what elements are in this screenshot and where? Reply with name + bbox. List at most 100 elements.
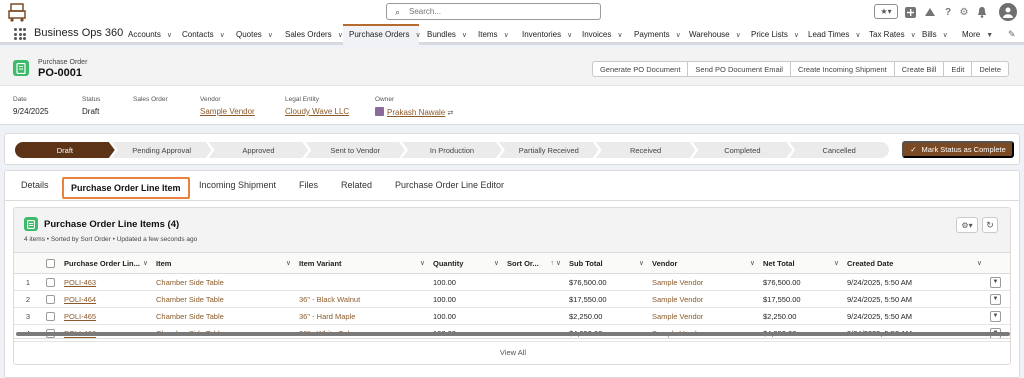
chevron-down-icon[interactable]: ∨ — [220, 32, 225, 39]
caret-down-icon[interactable]: ▼ — [986, 32, 993, 39]
vendor-cell[interactable]: Sample Vendor — [648, 273, 759, 291]
chevron-down-icon[interactable]: ∨ — [977, 259, 982, 267]
item-cell[interactable]: Chamber Side Table — [152, 307, 295, 325]
owner-link[interactable]: Prakash Nawale — [387, 108, 445, 117]
edit-button[interactable]: Edit — [943, 61, 973, 77]
nav-item-price-lists[interactable]: Price Lists ∨ — [751, 24, 799, 45]
path-stage-received[interactable]: Received — [596, 142, 696, 158]
chevron-down-icon[interactable]: ▼ — [990, 277, 1001, 288]
path-stage-approved[interactable]: Approved — [209, 142, 309, 158]
col-header-net-total[interactable]: Net Total ∨ — [759, 252, 843, 274]
select-all-checkbox[interactable] — [42, 252, 60, 274]
add-icon[interactable] — [904, 5, 916, 19]
row-action-menu[interactable]: ▼ — [986, 290, 1010, 308]
create-incoming-shipment-button[interactable]: Create Incoming Shipment — [789, 61, 895, 77]
chevron-down-icon[interactable]: ∨ — [494, 259, 499, 267]
nav-item-contacts[interactable]: Contacts ∨ — [182, 24, 225, 45]
app-launcher-icon[interactable] — [14, 28, 26, 40]
tab-details[interactable]: Details — [21, 180, 49, 200]
col-header-created-date[interactable]: Created Date ∨ — [843, 252, 986, 274]
row-action-menu[interactable]: ▼ — [986, 307, 1010, 325]
edit-nav-pencil-icon[interactable]: ✎ — [1008, 29, 1016, 40]
nav-item-items[interactable]: Items ∨ — [478, 24, 509, 45]
col-header-po-line[interactable]: Purchase Order Lin... ∨ — [60, 252, 152, 274]
tab-purchase-order-line-item[interactable]: Purchase Order Line Item — [62, 177, 190, 199]
row-checkbox[interactable] — [42, 290, 60, 308]
nav-item-accounts[interactable]: Accounts ∨ — [128, 24, 172, 45]
item-variant-cell[interactable] — [295, 273, 429, 291]
col-header-vendor[interactable]: Vendor ∨ — [648, 252, 759, 274]
chevron-down-icon[interactable]: ▼ — [990, 311, 1001, 322]
path-stage-sent-to-vendor[interactable]: Sent to Vendor — [305, 142, 405, 158]
chevron-down-icon[interactable]: ∨ — [167, 32, 172, 39]
row-checkbox[interactable] — [42, 307, 60, 325]
chevron-down-icon[interactable]: ∨ — [462, 32, 467, 39]
chevron-down-icon[interactable]: ∨ — [750, 259, 755, 267]
nav-item-payments[interactable]: Payments ∨ — [634, 24, 681, 45]
nav-item-lead-times[interactable]: Lead Times ∨ — [808, 24, 860, 45]
refresh-icon[interactable]: ↻ — [982, 217, 998, 233]
chevron-down-icon[interactable]: ∨ — [676, 32, 681, 39]
item-variant-cell[interactable]: 36" - Black Walnut — [295, 290, 429, 308]
path-stage-draft[interactable]: Draft — [15, 142, 115, 158]
tab-files[interactable]: Files — [299, 180, 318, 200]
view-all-link[interactable]: View All — [14, 338, 1010, 364]
chevron-down-icon[interactable]: ∨ — [286, 259, 291, 267]
item-cell[interactable]: Chamber Side Table — [152, 273, 295, 291]
chevron-down-icon[interactable]: ∨ — [143, 259, 148, 267]
tab-incoming-shipment[interactable]: Incoming Shipment — [199, 180, 276, 200]
related-list-title[interactable]: Purchase Order Line Items (4) — [44, 219, 179, 230]
po-line-link[interactable]: POLI-465 — [64, 312, 96, 321]
col-header-sub-total[interactable]: Sub Total ∨ — [565, 252, 648, 274]
path-stage-partially-received[interactable]: Partially Received — [499, 142, 599, 158]
generate-po-document-button[interactable]: Generate PO Document — [591, 61, 689, 77]
help-icon[interactable]: ? — [942, 5, 954, 19]
favorites-button[interactable]: ★▾ — [874, 4, 898, 19]
legal-entity-link[interactable]: Cloudy Wave LLC — [285, 107, 349, 116]
chevron-down-icon[interactable]: ∨ — [420, 259, 425, 267]
chevron-down-icon[interactable]: ∨ — [415, 32, 420, 39]
chevron-down-icon[interactable]: ∨ — [794, 32, 799, 39]
chevron-down-icon[interactable]: ∨ — [617, 32, 622, 39]
search-input[interactable] — [409, 6, 594, 17]
change-owner-icon[interactable]: ⇄ — [447, 110, 453, 117]
nav-item-bills[interactable]: Bills ∨ — [922, 24, 948, 45]
item-variant-cell[interactable]: 36" - Hard Maple — [295, 307, 429, 325]
vendor-cell[interactable]: Sample Vendor — [648, 290, 759, 308]
nav-item-tax-rates[interactable]: Tax Rates ∨ — [869, 24, 916, 45]
chevron-down-icon[interactable]: ∨ — [736, 32, 741, 39]
tab-purchase-order-line-editor[interactable]: Purchase Order Line Editor — [395, 180, 504, 200]
trailhead-icon[interactable] — [924, 5, 936, 19]
mark-status-complete-button[interactable]: ✓ Mark Status as Complete — [902, 141, 1014, 158]
chevron-down-icon[interactable]: ∨ — [911, 32, 916, 39]
nav-item-inventories[interactable]: Inventories ∨ — [522, 24, 572, 45]
global-search[interactable]: ⌕ — [386, 3, 601, 20]
col-header-sort-order[interactable]: Sort Or... ↑ ∨ — [503, 252, 565, 274]
chevron-down-icon[interactable]: ▼ — [990, 294, 1001, 305]
chevron-down-icon[interactable]: ∨ — [268, 32, 273, 39]
row-action-menu[interactable]: ▼ — [986, 273, 1010, 291]
nav-item-quotes[interactable]: Quotes ∨ — [236, 24, 273, 45]
notifications-bell-icon[interactable] — [976, 5, 988, 19]
company-logo[interactable] — [6, 1, 28, 23]
tab-related[interactable]: Related — [341, 180, 372, 200]
settings-gear-icon[interactable]: ⚙ — [958, 5, 970, 19]
col-header-quantity[interactable]: Quantity ∨ — [429, 252, 503, 274]
horizontal-scrollbar[interactable] — [16, 332, 1010, 336]
chevron-down-icon[interactable]: ∨ — [567, 32, 572, 39]
col-header-item-variant[interactable]: Item Variant ∨ — [295, 252, 429, 274]
sort-asc-icon[interactable]: ↑ ∨ — [550, 259, 561, 267]
nav-item-invoices[interactable]: Invoices ∨ — [582, 24, 622, 45]
col-header-item[interactable]: Item ∨ — [152, 252, 295, 274]
path-stage-cancelled[interactable]: Cancelled — [789, 142, 890, 158]
list-settings-gear-icon[interactable]: ⚙▾ — [956, 217, 978, 233]
chevron-down-icon[interactable]: ∨ — [855, 32, 860, 39]
po-line-link[interactable]: POLI-463 — [64, 278, 96, 287]
path-stage-completed[interactable]: Completed — [692, 142, 792, 158]
po-line-link[interactable]: POLI-464 — [64, 295, 96, 304]
nav-item-more[interactable]: More ▼ — [962, 24, 993, 45]
vendor-cell[interactable]: Sample Vendor — [648, 307, 759, 325]
vendor-link[interactable]: Sample Vendor — [200, 107, 255, 116]
send-po-document-email-button[interactable]: Send PO Document Email — [687, 61, 791, 77]
item-cell[interactable]: Chamber Side Table — [152, 290, 295, 308]
